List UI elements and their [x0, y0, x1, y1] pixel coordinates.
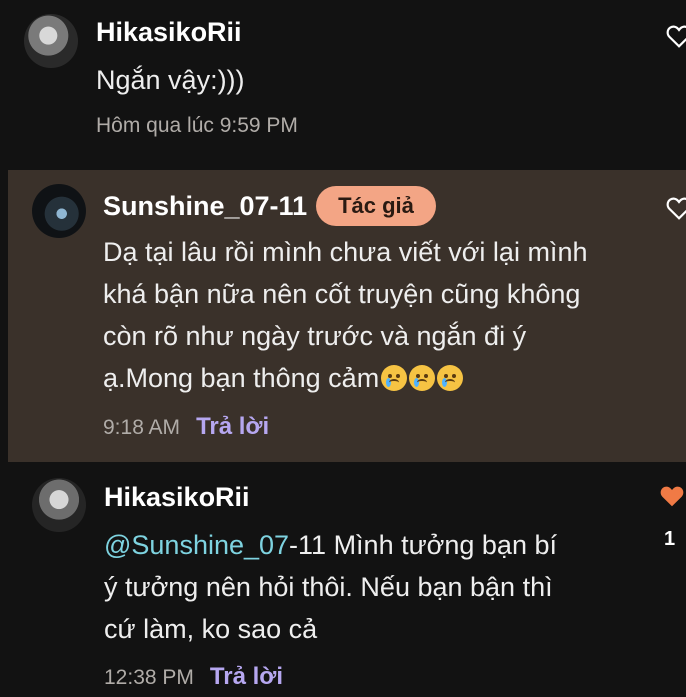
- author-badge: Tác giả: [316, 186, 436, 226]
- comment-meta: 9:18 AM Trả lời: [103, 413, 269, 441]
- reply-button[interactable]: Trả lời: [210, 663, 283, 691]
- comment-item-author: Sunshine_07-11 Tác giả Dạ tại lâu rồi mì…: [8, 170, 686, 462]
- avatar[interactable]: [24, 14, 78, 68]
- like-count: 1: [664, 528, 676, 550]
- avatar[interactable]: [32, 184, 86, 238]
- comment-text-body: Dạ tại lâu rồi mình chưa viết với lại mì…: [103, 237, 588, 393]
- comment-author[interactable]: HikasikoRii: [104, 482, 250, 513]
- comment-time: 9:18 AM: [103, 416, 181, 439]
- avatar[interactable]: [32, 478, 86, 532]
- comment-item: HikasikoRii @Sunshine_07-11 Mình tưởng b…: [0, 462, 686, 697]
- comment-time: 12:38 PM: [104, 666, 194, 689]
- comment-time: Hôm qua lúc 9:59 PM: [96, 114, 298, 137]
- mention-link[interactable]: @Sunshine_07: [104, 530, 289, 560]
- heart-filled-icon[interactable]: [659, 484, 685, 508]
- comment-author[interactable]: HikasikoRii: [96, 17, 242, 48]
- comment-item: HikasikoRii Ngắn vậy:))) Hôm qua lúc 9:5…: [0, 0, 686, 165]
- sad-tear-emoji: [381, 365, 408, 391]
- comment-meta: Hôm qua lúc 9:59 PM: [96, 114, 298, 138]
- heart-outline-icon[interactable]: [666, 196, 686, 220]
- comment-text: Dạ tại lâu rồi mình chưa viết với lại mì…: [103, 231, 623, 399]
- comment-author[interactable]: Sunshine_07-11: [103, 191, 307, 222]
- sad-tear-emoji: [409, 365, 436, 391]
- comment-meta: 12:38 PM Trả lời: [104, 663, 283, 691]
- sad-tear-emoji: [437, 365, 464, 391]
- heart-outline-icon[interactable]: [666, 24, 686, 48]
- reply-button[interactable]: Trả lời: [196, 413, 269, 441]
- comment-text: Ngắn vậy:))): [96, 65, 245, 95]
- comment-text: @Sunshine_07-11 Mình tưởng bạn bí ý tưởn…: [104, 524, 574, 650]
